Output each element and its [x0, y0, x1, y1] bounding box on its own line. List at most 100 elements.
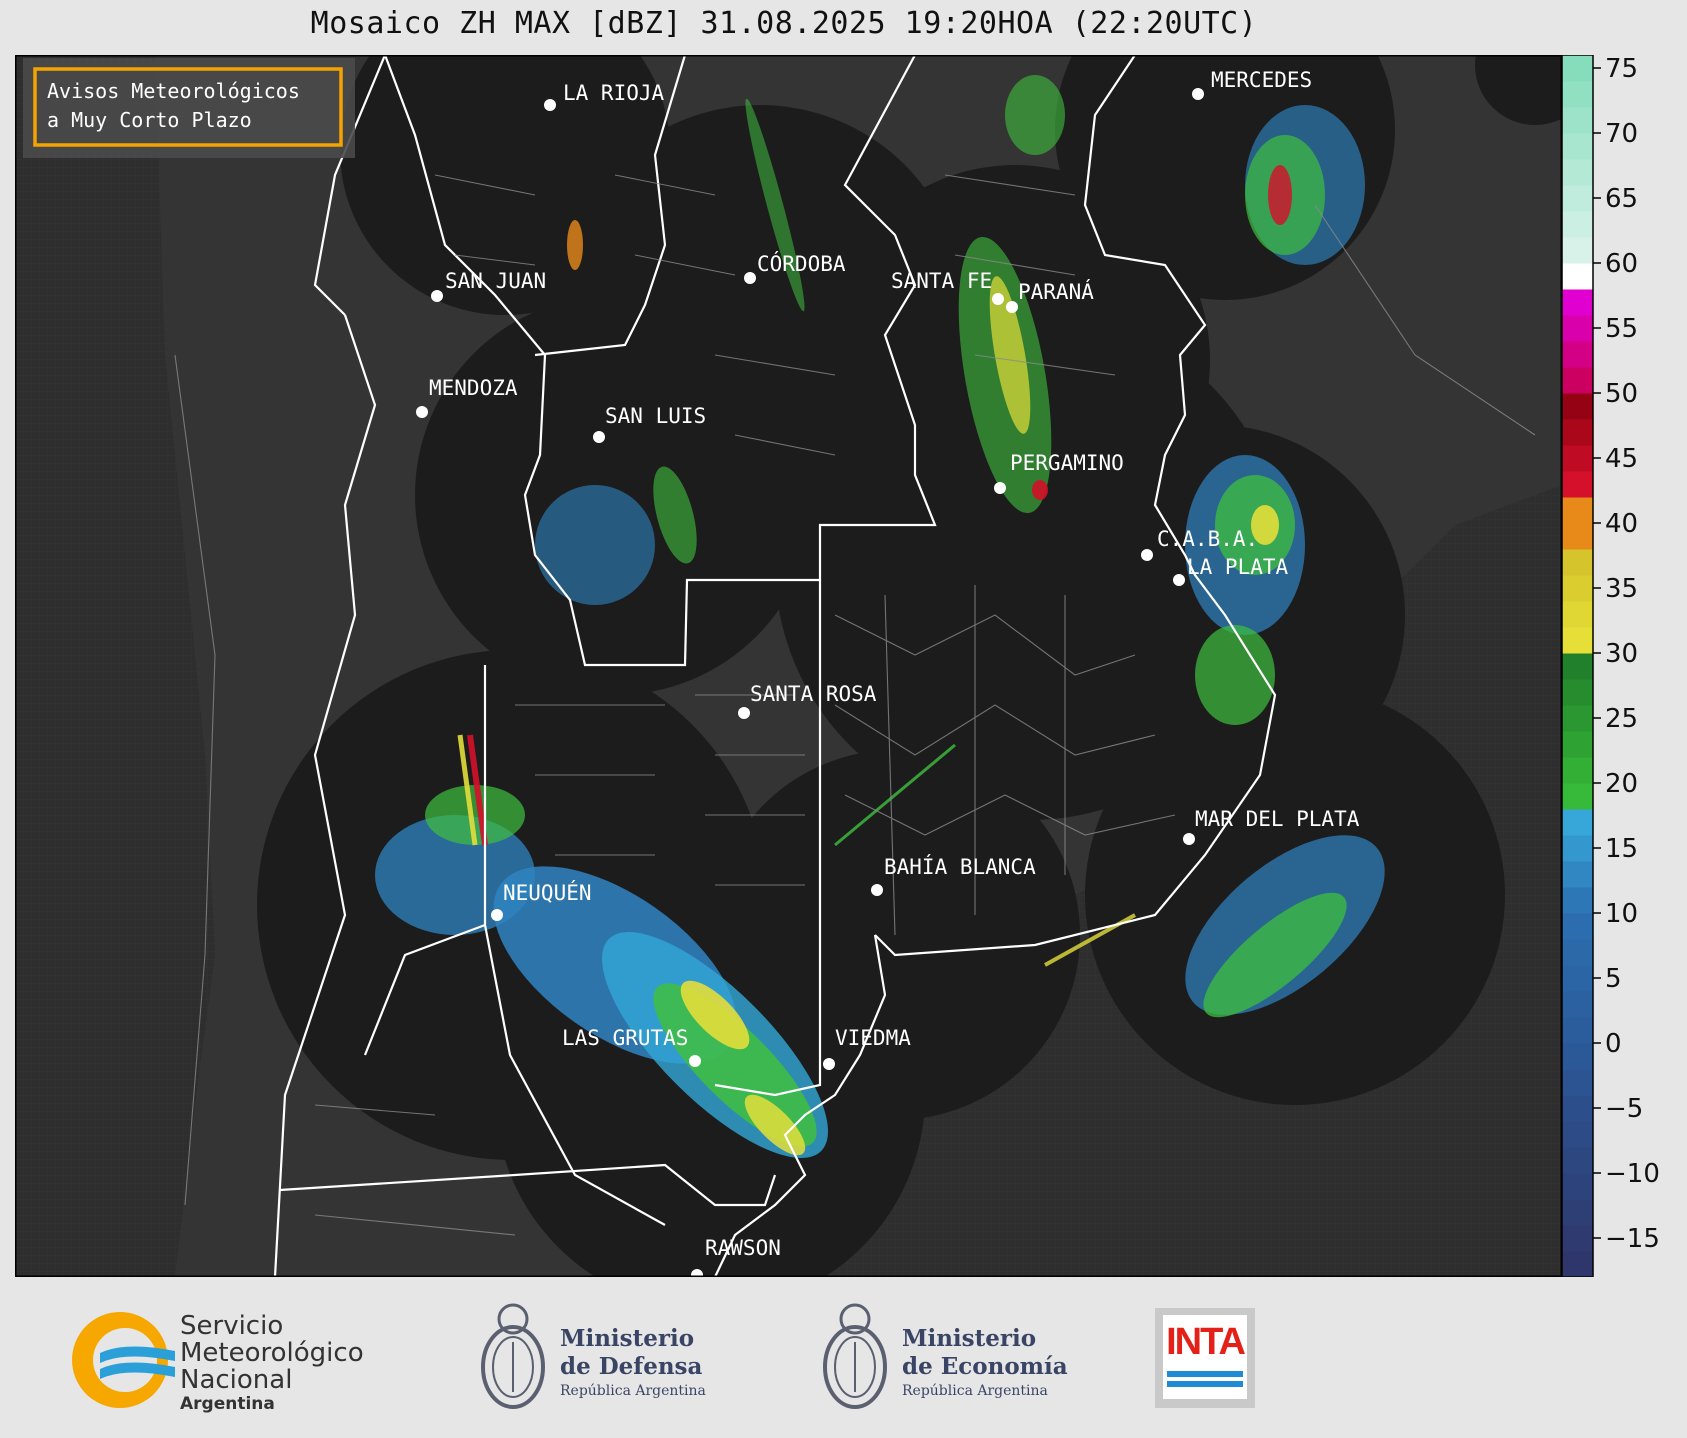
colorbar-band [1562, 419, 1593, 446]
colorbar-band [1562, 861, 1593, 888]
colorbar-band [1562, 887, 1593, 914]
colorbar-svg: 757065605550454035302520151050−5−10−15 [1561, 54, 1660, 1278]
colorbar-ticks: 757065605550454035302520151050−5−10−15 [1593, 54, 1660, 1254]
colorbar-band [1562, 263, 1593, 290]
colorbar-tick-label: 40 [1605, 509, 1638, 539]
smn-line-4: Argentina [180, 1394, 275, 1414]
colorbar-band [1562, 835, 1593, 862]
colorbar-band [1562, 965, 1593, 992]
colorbar-band [1562, 185, 1593, 212]
colorbar-tick-label: 55 [1605, 314, 1638, 344]
city-label: NEUQUÉN [503, 880, 592, 905]
colorbar-tick-label: −15 [1605, 1224, 1660, 1254]
colorbar-bands [1562, 55, 1593, 1278]
colorbar-band [1562, 341, 1593, 368]
colorbar-tick-label: 20 [1605, 769, 1638, 799]
colorbar-band [1562, 471, 1593, 498]
colorbar-band [1562, 939, 1593, 966]
colorbar-band [1562, 809, 1593, 836]
economia-line-1: Ministerio [902, 1325, 1037, 1352]
colorbar-band [1562, 627, 1593, 654]
smn-line-2: Meteorológico [180, 1338, 364, 1368]
colorbar-band [1562, 367, 1593, 394]
inta-stripe-1 [1167, 1371, 1243, 1377]
economia-logo[interactable]: Ministerio de Economía República Argenti… [820, 1297, 1080, 1422]
colorbar-band [1562, 705, 1593, 732]
colorbar-band [1562, 731, 1593, 758]
radar-map[interactable]: LA RIOJA MERCEDES SAN JUAN CÓRDOBA SANTA… [14, 0, 1595, 1310]
city-label: MAR DEL PLATA [1195, 807, 1360, 831]
radar-map-svg: LA RIOJA MERCEDES SAN JUAN CÓRDOBA SANTA… [14, 0, 1595, 1310]
city-label: LA PLATA [1187, 555, 1289, 579]
colorbar-band [1562, 991, 1593, 1018]
colorbar-band [1562, 133, 1593, 160]
colorbar-band [1562, 237, 1593, 264]
city-label: C.A.B.A. [1157, 527, 1258, 551]
colorbar-band [1562, 1121, 1593, 1148]
colorbar-band [1562, 679, 1593, 706]
colorbar-band [1562, 1069, 1593, 1096]
city-label: SANTA FE [891, 269, 992, 293]
city-label: LAS GRUTAS [562, 1026, 688, 1050]
colorbar-band [1562, 81, 1593, 108]
smn-line-1: Servicio [180, 1311, 284, 1341]
city-label: LA RIOJA [563, 81, 665, 105]
smn-line-3: Nacional [180, 1365, 293, 1395]
colorbar-tick-label: 35 [1605, 574, 1638, 604]
city-label: PARANÁ [1018, 279, 1094, 304]
colorbar-band [1562, 289, 1593, 316]
colorbar-tick-label: 60 [1605, 249, 1638, 279]
colorbar-band [1562, 523, 1593, 550]
colorbar-band [1562, 55, 1593, 82]
colorbar-band [1562, 211, 1593, 238]
notice-box[interactable]: Avisos Meteorológicos a Muy Corto Plazo [23, 58, 355, 158]
colorbar-band [1562, 1043, 1593, 1070]
city-label: SANTA ROSA [750, 682, 877, 706]
colorbar-band [1562, 107, 1593, 134]
city-label: CÓRDOBA [757, 251, 846, 276]
colorbar-tick-label: 15 [1605, 834, 1638, 864]
map-title: Mosaico ZH MAX [dBZ] 31.08.2025 19:20HOA… [310, 6, 1258, 41]
city-label: BAHÍA BLANCA [884, 854, 1036, 879]
defensa-line-1: Ministerio [560, 1325, 695, 1352]
colorbar-tick-label: −10 [1605, 1159, 1660, 1189]
notice-line-2: a Muy Corto Plazo [47, 108, 252, 132]
colorbar-band [1562, 1173, 1593, 1200]
argentina-shield-icon [823, 1303, 887, 1409]
footer: Servicio Meteorológico Nacional Argentin… [0, 1277, 1687, 1438]
colorbar-band [1562, 1199, 1593, 1226]
defensa-logo[interactable]: Ministerio de Defensa República Argentin… [478, 1297, 738, 1422]
colorbar-band [1562, 393, 1593, 420]
economia-line-3: República Argentina [902, 1383, 1048, 1399]
colorbar-band [1562, 757, 1593, 784]
city-label: MENDOZA [429, 376, 518, 400]
notice-line-1: Avisos Meteorológicos [47, 79, 300, 103]
colorbar-band [1562, 601, 1593, 628]
city-label: RAWSON [705, 1236, 781, 1260]
colorbar-band [1562, 1251, 1593, 1278]
argentina-shield-icon [481, 1303, 545, 1409]
defensa-line-2: de Defensa [560, 1353, 703, 1380]
colorbar-tick-label: −5 [1605, 1094, 1643, 1124]
colorbar-band [1562, 783, 1593, 810]
colorbar-band [1562, 315, 1593, 342]
colorbar-band [1562, 549, 1593, 576]
colorbar-tick-label: 75 [1605, 55, 1638, 84]
city-label: MERCEDES [1211, 68, 1312, 92]
colorbar-band [1562, 1095, 1593, 1122]
colorbar-band [1562, 1225, 1593, 1252]
smn-logo[interactable]: Servicio Meteorológico Nacional Argentin… [65, 1305, 385, 1415]
colorbar-band [1562, 1017, 1593, 1044]
colorbar-band [1562, 653, 1593, 680]
inta-logo[interactable]: INTA [1155, 1308, 1255, 1408]
colorbar-band [1562, 1147, 1593, 1174]
defensa-line-3: República Argentina [560, 1383, 706, 1399]
colorbar: 75 70 65 60 55 50 45 40 35 30 25 20 15 10 5 0 −5 −10 −15 [1561, 54, 1687, 1278]
colorbar-tick-label: 70 [1605, 119, 1638, 149]
colorbar-tick-label: 25 [1605, 704, 1638, 734]
city-label: VIEDMA [835, 1026, 911, 1050]
inta-label: INTA [1166, 1321, 1246, 1363]
city-label: PERGAMINO [1010, 451, 1124, 475]
colorbar-tick-label: 5 [1605, 964, 1622, 994]
colorbar-band [1562, 497, 1593, 524]
